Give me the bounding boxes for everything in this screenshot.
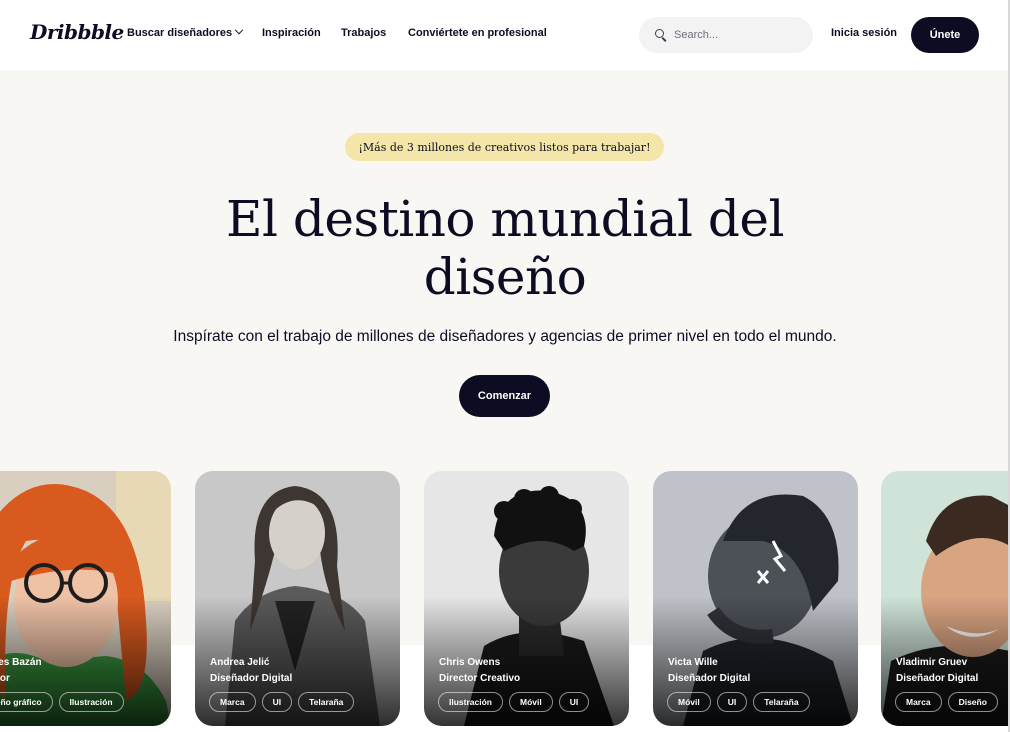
chevron-down-icon: [234, 25, 244, 35]
designer-role: Diseñador Digital: [668, 673, 751, 684]
search-input[interactable]: [674, 29, 794, 41]
hero-title: El destino mundial del diseño: [0, 190, 1010, 306]
nav-jobs[interactable]: Trabajos: [341, 27, 386, 39]
designer-name: cedes Bazán: [0, 657, 42, 668]
designer-tags: Marca Diseño: [895, 692, 998, 712]
search-box[interactable]: [639, 17, 813, 53]
designer-card[interactable]: Chris Owens Director Creativo Ilustració…: [424, 471, 629, 726]
tag[interactable]: Ilustración: [58, 692, 124, 712]
designer-tags: Ilustración Móvil UI: [438, 692, 590, 712]
nav-go-pro[interactable]: Conviértete en profesional: [408, 27, 547, 39]
designer-card[interactable]: Vladimir Gruev Diseñador Digital Marca D…: [881, 471, 1010, 726]
tag[interactable]: Móvil: [667, 692, 711, 712]
tag[interactable]: UI: [716, 692, 748, 712]
tag[interactable]: Diseño: [947, 692, 998, 712]
hero-badge: ¡Más de 3 millones de creativos listos p…: [345, 133, 664, 161]
join-button[interactable]: Únete: [911, 17, 979, 53]
sign-in-link[interactable]: Inicia sesión: [831, 27, 897, 39]
tag[interactable]: UI: [558, 692, 590, 712]
designer-card[interactable]: cedes Bazán trador seño gráfico Ilustrac…: [0, 471, 171, 726]
designer-role: Director Creativo: [439, 673, 521, 684]
nav-find-designers-label: Buscar diseñadores: [127, 27, 233, 39]
top-navigation: Dribbble Buscar diseñadores Inspiración …: [0, 0, 1010, 70]
designer-role: trador: [0, 673, 10, 684]
hero-title-line-2: diseño: [423, 248, 587, 306]
designer-role: Diseñador Digital: [210, 673, 293, 684]
designer-card[interactable]: Victa Wille Diseñador Digital Móvil UI T…: [653, 471, 858, 726]
designer-tags: Marca UI Telaraña: [209, 692, 355, 712]
designer-card[interactable]: Andrea Jelić Diseñador Digital Marca UI …: [195, 471, 400, 726]
tag[interactable]: seño gráfico: [0, 692, 53, 712]
search-icon: [655, 29, 667, 42]
dribbble-logo[interactable]: Dribbble: [30, 20, 124, 44]
tag[interactable]: Marca: [209, 692, 256, 712]
designer-tags: seño gráfico Ilustración: [0, 692, 124, 712]
designer-name: Vladimir Gruev: [896, 657, 968, 668]
nav-inspiration[interactable]: Inspiración: [262, 27, 321, 39]
designer-role: Diseñador Digital: [896, 673, 979, 684]
designer-name: Andrea Jelić: [210, 657, 270, 668]
tag[interactable]: Móvil: [508, 692, 553, 712]
get-started-button[interactable]: Comenzar: [459, 375, 550, 417]
tag[interactable]: Telaraña: [298, 692, 355, 712]
designer-name: Victa Wille: [668, 657, 718, 668]
designer-tags: Móvil UI Telaraña: [667, 692, 810, 712]
hero-subtitle: Inspírate con el trabajo de millones de …: [173, 328, 837, 345]
tag[interactable]: Ilustración: [438, 692, 503, 712]
designer-name: Chris Owens: [439, 657, 501, 668]
hero-title-line-1: El destino mundial del: [225, 190, 785, 248]
tag[interactable]: Marca: [895, 692, 942, 712]
nav-find-designers[interactable]: Buscar diseñadores: [127, 25, 244, 39]
tag[interactable]: UI: [261, 692, 293, 712]
tag[interactable]: Telaraña: [753, 692, 810, 712]
